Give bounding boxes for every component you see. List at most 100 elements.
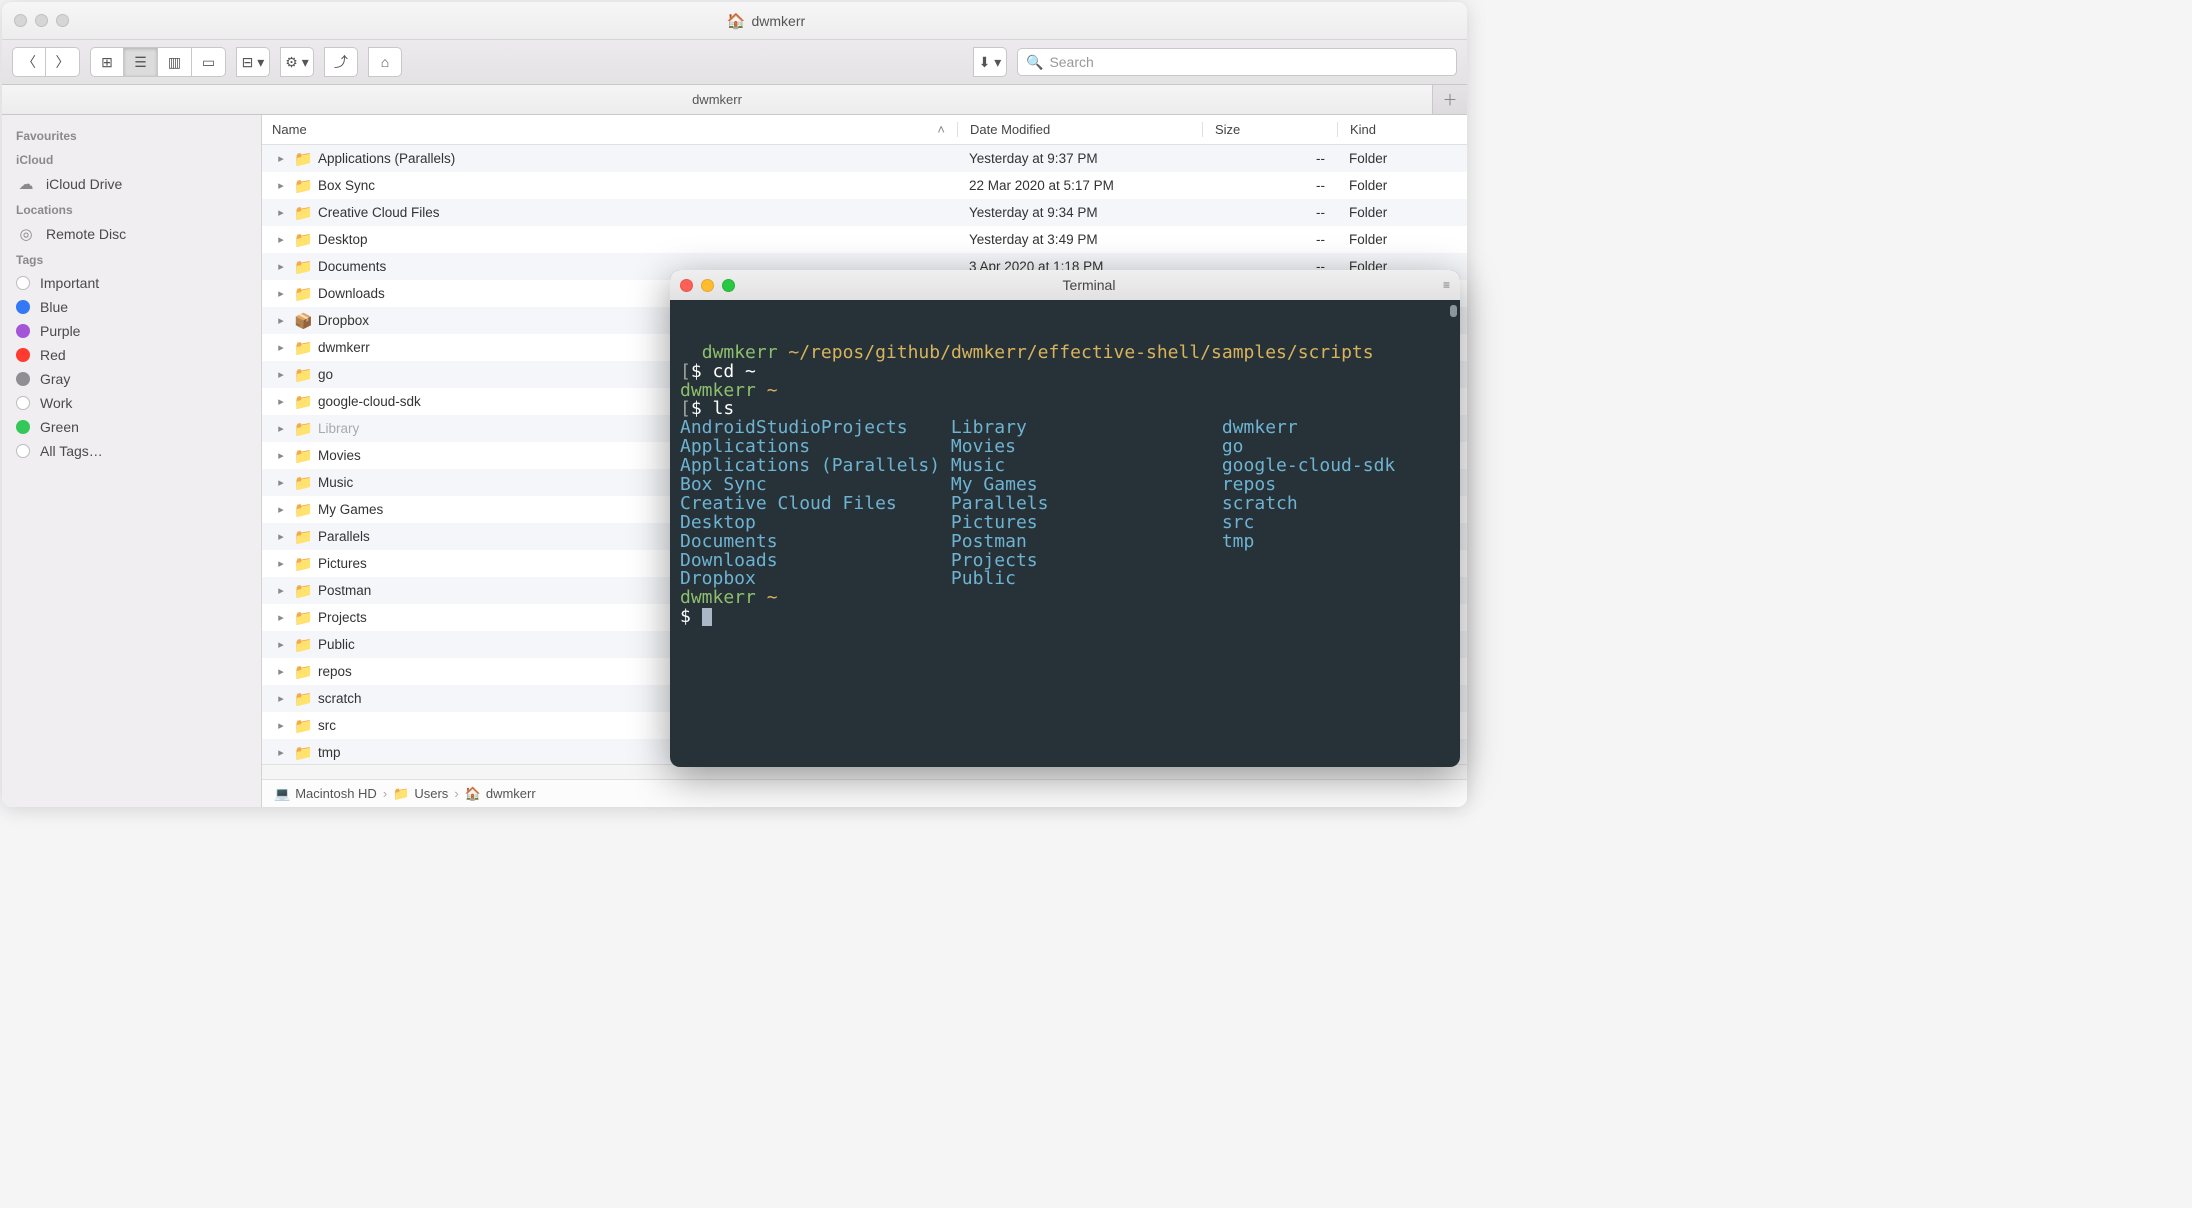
icon-view-button[interactable]: ⊞ [90, 47, 124, 77]
table-row[interactable]: ▸📁Box Sync22 Mar 2020 at 5:17 PM--Folder [262, 172, 1467, 199]
forward-button[interactable]: 〉 [46, 47, 80, 77]
terminal-title: Terminal [743, 277, 1435, 293]
folder-icon: 📁 [294, 420, 314, 438]
disclosure-icon[interactable]: ▸ [272, 152, 290, 165]
term-close-button[interactable] [680, 279, 693, 292]
view-group: ⊞ ☰ ▥ ▭ [90, 47, 226, 77]
traffic-lights [14, 14, 69, 27]
disclosure-icon[interactable]: ▸ [272, 719, 290, 732]
col-name-header[interactable]: Name ˄ [262, 122, 957, 137]
folder-icon: 📁 [294, 663, 314, 681]
file-kind: Folder [1337, 178, 1467, 193]
file-kind: Folder [1337, 205, 1467, 220]
sidebar-item[interactable]: Red [2, 343, 261, 367]
disclosure-icon[interactable]: ▸ [272, 503, 290, 516]
file-size: -- [1202, 232, 1337, 247]
back-button[interactable]: 〈 [12, 47, 46, 77]
col-size-header[interactable]: Size [1202, 122, 1337, 137]
disclosure-icon[interactable]: ▸ [272, 584, 290, 597]
sidebar-item[interactable]: Blue [2, 295, 261, 319]
breadcrumb[interactable]: 📁Users [393, 786, 448, 802]
toolbar: 〈 〉 ⊞ ☰ ▥ ▭ ⊟ ▾ ⚙ ▾ ⤴ ⌂ ⬇ ▾ 🔍 Search [2, 40, 1467, 85]
tag-dot-icon [16, 324, 30, 338]
folder-icon: 📦 [294, 312, 314, 330]
gallery-view-button[interactable]: ▭ [192, 47, 226, 77]
disclosure-icon[interactable]: ▸ [272, 395, 290, 408]
sidebar-item-label: Red [40, 347, 66, 363]
folder-icon: 📁 [294, 258, 314, 276]
breadcrumb-icon: 🏠 [465, 786, 481, 802]
sidebar-item[interactable]: Purple [2, 319, 261, 343]
sidebar-item[interactable]: Important [2, 271, 261, 295]
tab-dwmkerr[interactable]: dwmkerr [2, 85, 1433, 114]
disclosure-icon[interactable]: ▸ [272, 368, 290, 381]
disclosure-icon[interactable]: ▸ [272, 287, 290, 300]
table-row[interactable]: ▸📁DesktopYesterday at 3:49 PM--Folder [262, 226, 1467, 253]
disclosure-icon[interactable]: ▸ [272, 476, 290, 489]
action-button[interactable]: ⚙ ▾ [280, 47, 314, 77]
disclosure-icon[interactable]: ▸ [272, 206, 290, 219]
col-date-header[interactable]: Date Modified [957, 122, 1202, 137]
sidebar: FavouritesiCloud☁iCloud DriveLocations◎R… [2, 115, 262, 807]
sidebar-item-label: Blue [40, 299, 68, 315]
search-input[interactable]: 🔍 Search [1017, 48, 1457, 76]
table-row[interactable]: ▸📁Applications (Parallels)Yesterday at 9… [262, 145, 1467, 172]
minimize-button[interactable] [35, 14, 48, 27]
folder-icon: 📁 [294, 501, 314, 519]
sidebar-item-label: Remote Disc [46, 226, 126, 242]
tabbar: dwmkerr ＋ [2, 85, 1467, 115]
disclosure-icon[interactable]: ▸ [272, 449, 290, 462]
file-size: -- [1202, 151, 1337, 166]
list-view-button[interactable]: ☰ [124, 47, 158, 77]
table-row[interactable]: ▸📁Creative Cloud FilesYesterday at 9:34 … [262, 199, 1467, 226]
sidebar-item[interactable]: Work [2, 391, 261, 415]
sidebar-heading: iCloud [2, 147, 261, 171]
terminal-body[interactable]: dwmkerr ~/repos/github/dwmkerr/effective… [670, 300, 1460, 767]
disclosure-icon[interactable]: ▸ [272, 233, 290, 246]
close-button[interactable] [14, 14, 27, 27]
folder-icon: 📁 [294, 609, 314, 627]
disclosure-icon[interactable]: ▸ [272, 638, 290, 651]
folder-icon: 📁 [294, 555, 314, 573]
disclosure-icon[interactable]: ▸ [272, 692, 290, 705]
file-kind: Folder [1337, 151, 1467, 166]
tags-button[interactable]: ⌂ [368, 47, 402, 77]
disclosure-icon[interactable]: ▸ [272, 530, 290, 543]
nav-group: 〈 〉 [12, 47, 80, 77]
sidebar-item-label: iCloud Drive [46, 176, 122, 192]
sidebar-item-label: Purple [40, 323, 80, 339]
sidebar-item[interactable]: Green [2, 415, 261, 439]
column-view-button[interactable]: ▥ [158, 47, 192, 77]
sidebar-item[interactable]: All Tags… [2, 439, 261, 463]
breadcrumb-sep: › [454, 786, 458, 801]
sidebar-item[interactable]: ◎Remote Disc [2, 221, 261, 247]
disclosure-icon[interactable]: ▸ [272, 422, 290, 435]
disclosure-icon[interactable]: ▸ [272, 260, 290, 273]
disclosure-icon[interactable]: ▸ [272, 179, 290, 192]
disclosure-icon[interactable]: ▸ [272, 341, 290, 354]
term-minimize-button[interactable] [701, 279, 714, 292]
term-maximize-button[interactable] [722, 279, 735, 292]
terminal-titlebar: Terminal ≡ [670, 270, 1460, 300]
folder-icon: 📁 [294, 204, 314, 222]
terminal-menu-icon[interactable]: ≡ [1443, 278, 1450, 292]
breadcrumb[interactable]: 💻Macintosh HD [274, 786, 377, 802]
disclosure-icon[interactable]: ▸ [272, 611, 290, 624]
col-kind-header[interactable]: Kind [1337, 122, 1467, 137]
sidebar-item[interactable]: ☁iCloud Drive [2, 171, 261, 197]
disclosure-icon[interactable]: ▸ [272, 665, 290, 678]
sidebar-item[interactable]: Gray [2, 367, 261, 391]
sidebar-item-label: All Tags… [40, 443, 103, 459]
disclosure-icon[interactable]: ▸ [272, 557, 290, 570]
folder-icon: 📁 [294, 150, 314, 168]
folder-icon: 📁 [294, 474, 314, 492]
maximize-button[interactable] [56, 14, 69, 27]
arrange-button[interactable]: ⊟ ▾ [236, 47, 270, 77]
disclosure-icon[interactable]: ▸ [272, 314, 290, 327]
disclosure-icon[interactable]: ▸ [272, 746, 290, 759]
breadcrumb[interactable]: 🏠dwmkerr [465, 786, 536, 802]
dropbox-button[interactable]: ⬇ ▾ [973, 47, 1007, 77]
share-button[interactable]: ⤴ [324, 47, 358, 77]
new-tab-button[interactable]: ＋ [1433, 85, 1467, 114]
terminal-scrollbar[interactable] [1450, 305, 1457, 317]
